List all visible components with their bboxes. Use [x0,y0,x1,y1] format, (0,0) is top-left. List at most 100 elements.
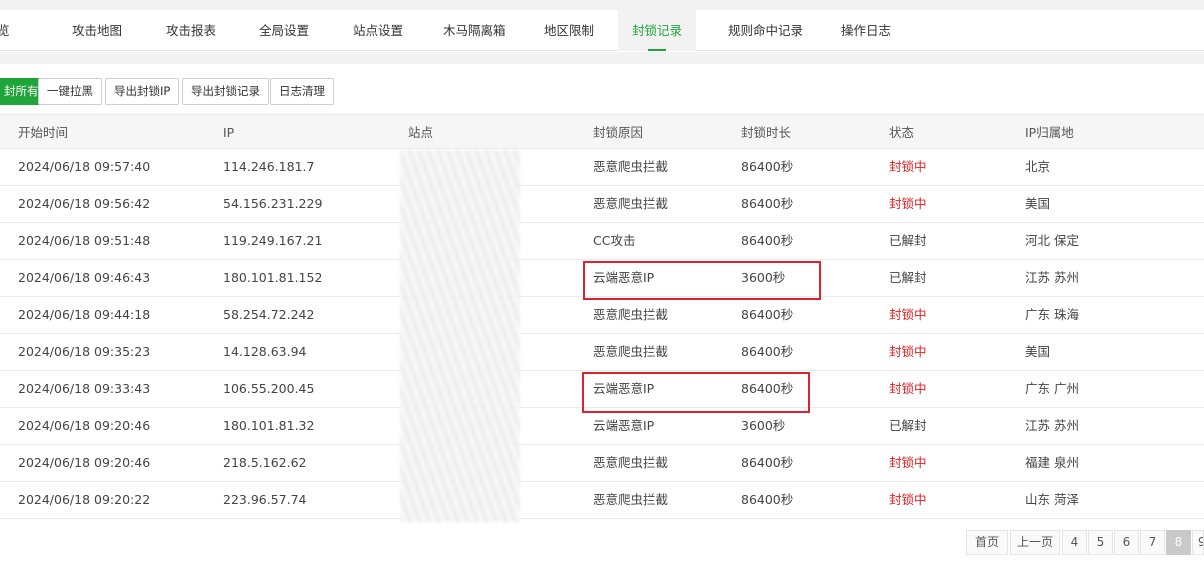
export-blocked-ip-button[interactable]: 导出封锁IP [105,78,180,105]
cell-region: 河北 保定 [1025,233,1079,248]
cell-start-time: 2024/06/18 09:20:46 [18,418,151,433]
cell-reason: 恶意爬虫拦截 [593,344,669,359]
cell-region: 山东 菏泽 [1025,492,1079,507]
one-click-blacklist-button[interactable]: 一键拉黑 [38,78,102,105]
tab-site-settings[interactable]: 站点设置 [353,10,403,51]
cell-status: 封锁中 [889,381,927,396]
cell-duration: 86400秒 [741,233,794,248]
tab-overview[interactable]: 览 [0,10,10,51]
tab-block-records[interactable]: 封锁记录 [618,10,697,51]
cell-ip: 223.96.57.74 [223,492,307,507]
cell-region: 广东 广州 [1025,381,1079,396]
tab-global-settings[interactable]: 全局设置 [259,10,309,51]
cell-status: 封锁中 [889,344,927,359]
tab-attack-map[interactable]: 攻击地图 [72,10,122,51]
pager-prev-button[interactable]: 上一页 [1010,530,1060,555]
cell-region: 江苏 苏州 [1025,418,1079,433]
tab-trojan-quarantine[interactable]: 木马隔离箱 [443,10,506,51]
cell-duration: 86400秒 [741,307,794,322]
tab-rule-hit-records[interactable]: 规则命中记录 [728,10,803,51]
cell-reason: CC攻击 [593,233,636,248]
export-block-records-button[interactable]: 导出封锁记录 [182,78,269,105]
cell-start-time: 2024/06/18 09:44:18 [18,307,151,322]
pager-page-button[interactable]: 7 [1140,530,1165,555]
cell-start-time: 2024/06/18 09:35:23 [18,344,151,359]
table-row: 2024/06/18 09:57:40 114.246.181.7 恶意爬虫拦截… [0,149,1204,186]
active-tab-underline [648,49,666,51]
pager-first-button[interactable]: 首页 [966,530,1008,555]
cell-ip: 54.156.231.229 [223,196,323,211]
cell-status: 封锁中 [889,455,927,470]
pager-page-button[interactable]: 9 [1192,530,1204,555]
cell-duration: 86400秒 [741,344,794,359]
cell-ip: 180.101.81.32 [223,418,315,433]
cell-ip: 14.128.63.94 [223,344,307,359]
header-ip[interactable]: IP [223,115,234,150]
cell-reason: 恶意爬虫拦截 [593,307,669,322]
cell-start-time: 2024/06/18 09:33:43 [18,381,151,396]
tab-operation-log[interactable]: 操作日志 [841,10,891,51]
table-row: 2024/06/18 09:20:46 218.5.162.62 恶意爬虫拦截 … [0,445,1204,482]
cell-ip: 218.5.162.62 [223,455,307,470]
tab-attack-report[interactable]: 攻击报表 [166,10,216,51]
table-row: 2024/06/18 09:56:42 54.156.231.229 恶意爬虫拦… [0,186,1204,223]
tab-region-limit[interactable]: 地区限制 [544,10,594,51]
cell-status: 封锁中 [889,307,927,322]
cell-duration: 86400秒 [741,492,794,507]
cell-status: 已解封 [889,418,927,433]
cell-region: 美国 [1025,196,1051,211]
cell-start-time: 2024/06/18 09:56:42 [18,196,151,211]
tab-bar: 览 攻击地图 攻击报表 全局设置 站点设置 木马隔离箱 地区限制 封锁记录 规则… [0,10,1204,51]
highlight-box [582,372,810,413]
cell-status: 封锁中 [889,159,927,174]
table-row: 2024/06/18 09:44:18 58.254.72.242 恶意爬虫拦截… [0,297,1204,334]
pager-page-button[interactable]: 6 [1114,530,1139,555]
header-reason[interactable]: 封锁原因 [593,115,643,150]
cell-start-time: 2024/06/18 09:20:22 [18,492,151,507]
cell-start-time: 2024/06/18 09:46:43 [18,270,151,285]
table-row: 2024/06/18 09:20:46 180.101.81.32 云端恶意IP… [0,408,1204,445]
cell-ip: 114.246.181.7 [223,159,315,174]
cell-status: 封锁中 [889,492,927,507]
clear-log-button[interactable]: 日志清理 [270,78,334,105]
cell-region: 江苏 苏州 [1025,270,1079,285]
table-row: 2024/06/18 09:51:48 119.249.167.21 CC攻击 … [0,223,1204,260]
table-row: 2024/06/18 09:20:22 223.96.57.74 恶意爬虫拦截 … [0,482,1204,519]
cell-region: 北京 [1025,159,1051,174]
cell-reason: 恶意爬虫拦截 [593,159,669,174]
cell-reason: 恶意爬虫拦截 [593,492,669,507]
header-site[interactable]: 站点 [408,115,433,150]
table-row: 2024/06/18 09:35:23 14.128.63.94 恶意爬虫拦截 … [0,334,1204,371]
section-gap [0,52,1204,64]
cell-start-time: 2024/06/18 09:51:48 [18,233,151,248]
cell-ip: 119.249.167.21 [223,233,323,248]
cell-status: 已解封 [889,233,927,248]
cell-status: 已解封 [889,270,927,285]
cell-status: 封锁中 [889,196,927,211]
cell-reason: 恶意爬虫拦截 [593,196,669,211]
table-header: 开始时间 IP 站点 封锁原因 封锁时长 状态 IP归属地 [0,114,1204,149]
cell-duration: 86400秒 [741,455,794,470]
header-status[interactable]: 状态 [889,115,914,150]
cell-start-time: 2024/06/18 09:57:40 [18,159,151,174]
pager-current-page[interactable]: 8 [1166,530,1191,555]
cell-reason: 恶意爬虫拦截 [593,455,669,470]
header-start-time[interactable]: 开始时间 [18,115,68,150]
cell-region: 美国 [1025,344,1051,359]
pager-page-button[interactable]: 4 [1062,530,1087,555]
top-strip [0,0,1204,10]
tab-block-records-label: 封锁记录 [632,23,683,38]
cell-ip: 180.101.81.152 [223,270,323,285]
redacted-site-column [400,150,520,522]
header-ip-region[interactable]: IP归属地 [1025,115,1074,150]
cell-region: 福建 泉州 [1025,455,1079,470]
cell-ip: 58.254.72.242 [223,307,315,322]
cell-ip: 106.55.200.45 [223,381,315,396]
header-duration[interactable]: 封锁时长 [741,115,791,150]
cell-duration: 86400秒 [741,159,794,174]
cell-start-time: 2024/06/18 09:20:46 [18,455,151,470]
highlight-box [583,261,821,300]
pager-page-button[interactable]: 5 [1088,530,1113,555]
cell-reason: 云端恶意IP [593,418,655,433]
cell-duration: 3600秒 [741,418,786,433]
